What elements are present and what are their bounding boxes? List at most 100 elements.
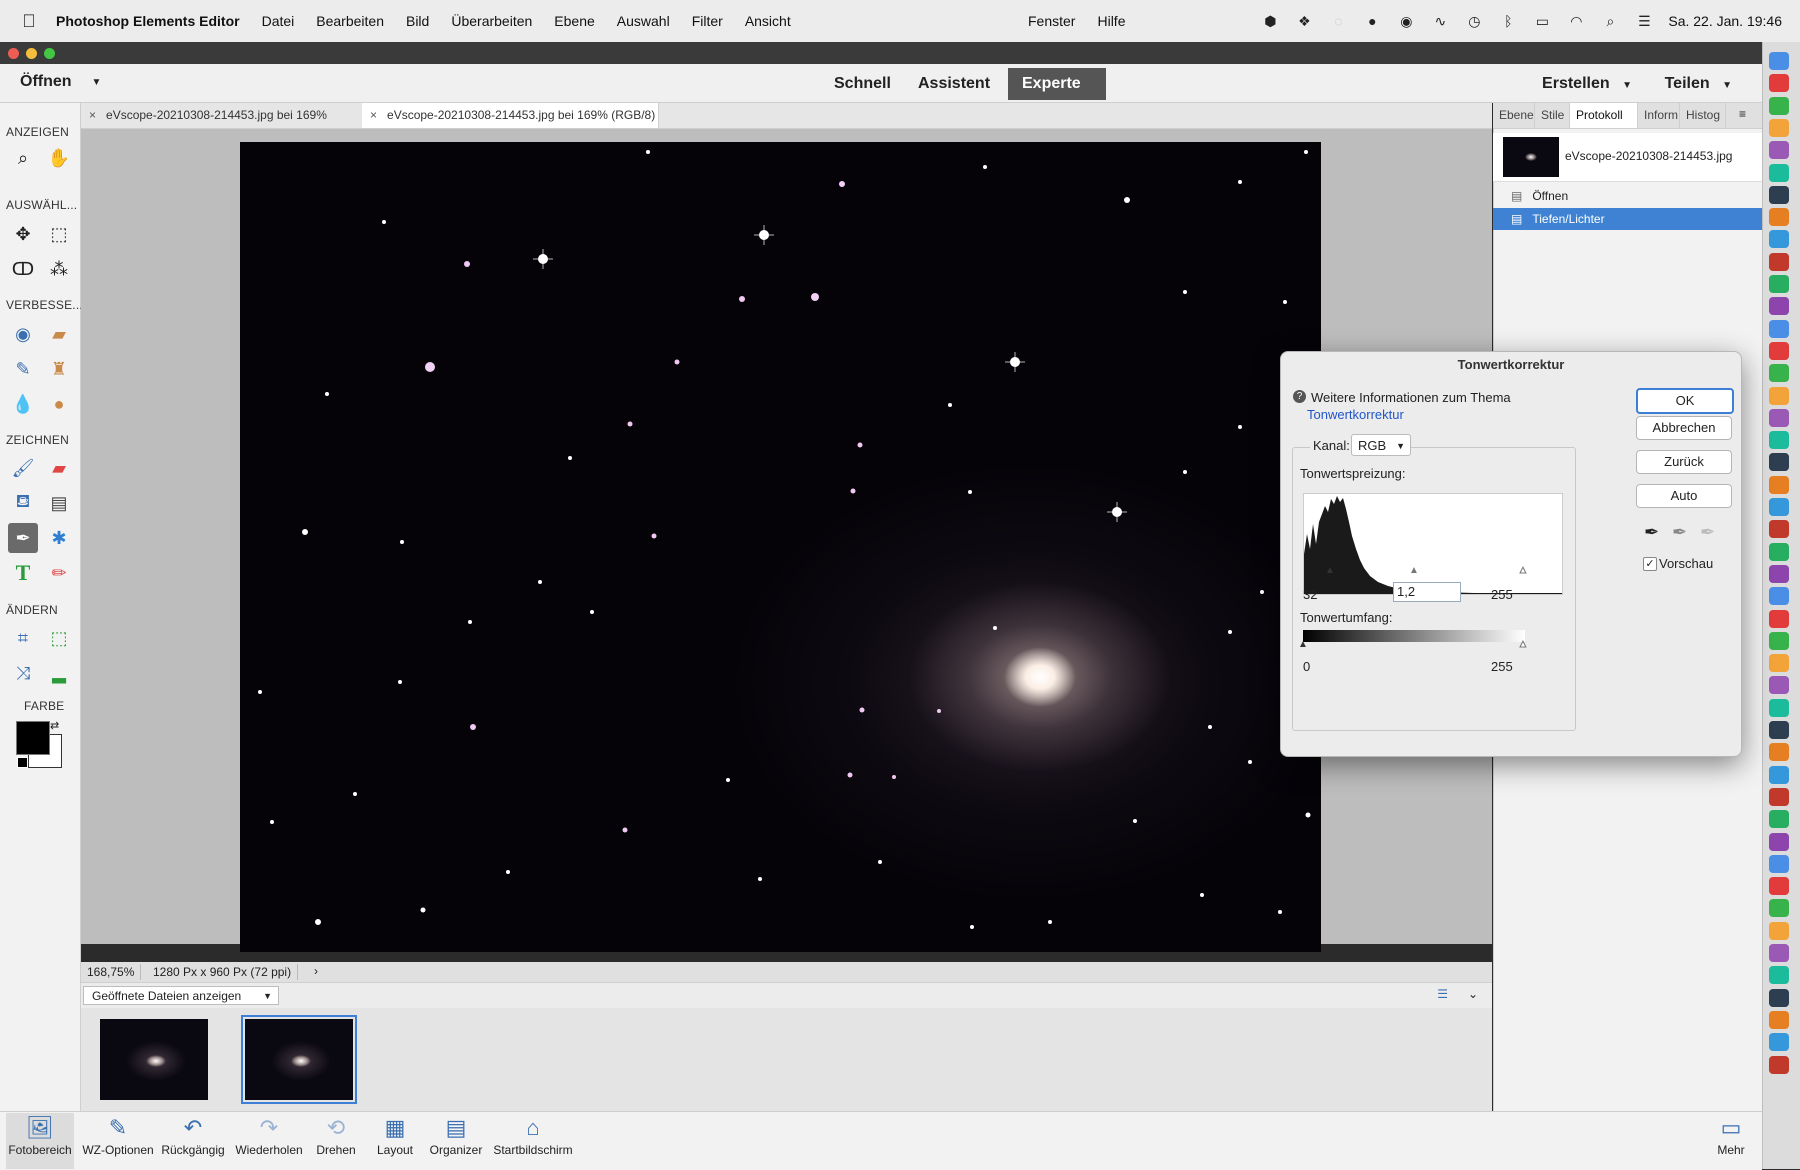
dock-app-icon[interactable] <box>1769 988 1789 1007</box>
minimize-window-icon[interactable] <box>26 48 37 59</box>
dropbox-icon[interactable]: ❖ <box>1294 11 1314 31</box>
dock-app-icon[interactable] <box>1769 676 1789 695</box>
photo-bin-select[interactable]: Geöffnete Dateien anzeigen ▼ <box>83 986 279 1005</box>
hand-tool-icon[interactable]: ✋ <box>44 143 74 173</box>
chevron-right-icon[interactable]: › <box>314 964 318 978</box>
dock-app-icon[interactable] <box>1769 609 1789 628</box>
menu-datei[interactable]: Datei <box>262 13 295 29</box>
dock-app-icon[interactable] <box>1769 319 1789 338</box>
doc-tab-2[interactable]: × eVscope-20210308-214453.jpg bei 169% (R… <box>362 103 659 147</box>
battery-icon[interactable]: ▭ <box>1532 11 1552 31</box>
photo-bin-thumbnail[interactable] <box>100 1019 208 1100</box>
sponge-tool-icon[interactable]: ● <box>44 389 74 419</box>
dock-app-icon[interactable] <box>1769 1010 1789 1029</box>
straighten-tool-icon[interactable]: ▂ <box>44 658 74 688</box>
zoom-level[interactable]: 168,75% <box>81 964 142 980</box>
dock-app-icon[interactable] <box>1769 297 1789 316</box>
close-window-icon[interactable] <box>8 48 19 59</box>
open-button[interactable]: Öffnen ▼ <box>20 73 101 91</box>
dock-app-icon[interactable] <box>1769 854 1789 873</box>
dock-app-icon[interactable] <box>1769 252 1789 271</box>
spotlight-search-icon[interactable]: ⌕ <box>1600 11 1620 31</box>
dock-app-icon[interactable] <box>1769 141 1789 160</box>
dock-app-icon[interactable] <box>1769 498 1789 516</box>
wifi-icon[interactable]: ◠ <box>1566 11 1586 31</box>
dock-app-icon[interactable] <box>1769 1055 1789 1074</box>
redo-button[interactable]: ↷ Wiederholen <box>231 1113 307 1157</box>
mode-experte[interactable]: Experte <box>1008 68 1106 100</box>
history-snapshot[interactable]: eVscope-20210308-214453.jpg <box>1493 133 1762 182</box>
mode-assistent[interactable]: Assistent <box>902 68 1006 100</box>
dock-app-icon[interactable] <box>1769 453 1789 472</box>
menu-bearbeiten[interactable]: Bearbeiten <box>316 13 384 29</box>
circle-status-icon[interactable]: ◌ <box>1328 11 1348 31</box>
input-white-slider-handle[interactable]: ▲ <box>1518 565 1529 577</box>
output-black-slider-handle[interactable]: ▲ <box>1298 639 1308 650</box>
menu-bild[interactable]: Bild <box>406 13 429 29</box>
input-black-value[interactable]: 32 <box>1303 587 1317 602</box>
shape-tool-icon[interactable]: ✱ <box>44 523 74 553</box>
dock-app-icon[interactable] <box>1769 208 1789 227</box>
zoom-window-icon[interactable] <box>44 48 55 59</box>
undo-button[interactable]: ↶ Rückgängig <box>158 1113 228 1157</box>
dock-app-icon[interactable] <box>1769 899 1789 918</box>
ok-button[interactable]: OK <box>1636 388 1734 414</box>
default-colors-icon[interactable] <box>17 757 28 768</box>
history-item-shadows-highlights[interactable]: ▤ Tiefen/Lichter <box>1493 208 1762 230</box>
panel-tab-styles[interactable]: Stile <box>1535 103 1570 128</box>
eraser-tool-icon[interactable]: ▰ <box>44 453 74 483</box>
cloud-status-icon[interactable]: ● <box>1362 11 1382 31</box>
output-white-slider-handle[interactable]: ▲ <box>1518 639 1529 651</box>
content-aware-move-tool-icon[interactable]: ⤨ <box>8 658 38 688</box>
dock-app-icon[interactable] <box>1769 475 1789 494</box>
white-point-eyedropper-icon[interactable]: ✒ <box>1700 522 1715 543</box>
magic-wand-tool-icon[interactable]: ⁂ <box>44 254 74 284</box>
panel-tab-histogram[interactable]: Histog <box>1680 103 1726 128</box>
bin-options-icon[interactable]: ☰ <box>1437 987 1448 1001</box>
dock-app-icon[interactable] <box>1769 698 1789 717</box>
dock-app-icon[interactable] <box>1769 275 1789 293</box>
menu-ansicht[interactable]: Ansicht <box>745 13 791 29</box>
photo-bin-thumbnail-selected[interactable] <box>241 1015 357 1104</box>
create-menu[interactable]: Erstellen ▼ <box>1542 75 1632 93</box>
panel-tab-info[interactable]: Inform <box>1638 103 1680 128</box>
output-white-value[interactable]: 255 <box>1491 659 1513 674</box>
brush-tool-icon[interactable]: 🖌 <box>8 453 38 483</box>
dock-app-icon[interactable] <box>1769 743 1789 762</box>
input-gamma-slider-handle[interactable]: ▲ <box>1409 565 1419 576</box>
panel-menu-icon[interactable]: ≡ <box>1739 107 1746 121</box>
tool-options-button[interactable]: ✎ WZ-Optionen <box>78 1113 158 1157</box>
gradient-tool-icon[interactable]: ▤ <box>44 488 74 518</box>
galaxy-image-canvas[interactable] <box>240 142 1321 952</box>
dock-app-icon[interactable] <box>1769 408 1789 427</box>
menu-filter[interactable]: Filter <box>692 13 723 29</box>
dock-app-icon[interactable] <box>1769 118 1789 137</box>
apple-icon[interactable]:  <box>18 10 40 32</box>
reset-button[interactable]: Zurück <box>1636 450 1732 474</box>
mode-schnell[interactable]: Schnell <box>818 68 907 100</box>
crop-tool-icon[interactable]: ⌗ <box>8 623 38 653</box>
dock-app-icon[interactable] <box>1769 1033 1789 1052</box>
menu-auswahl[interactable]: Auswahl <box>617 13 670 29</box>
dock-app-icon[interactable] <box>1769 520 1789 539</box>
dock-app-icon[interactable] <box>1769 877 1789 896</box>
dock-app-icon[interactable] <box>1769 587 1789 606</box>
layout-button[interactable]: ▦ Layout <box>370 1113 420 1157</box>
input-black-slider-handle[interactable]: ▲ <box>1325 565 1335 576</box>
dock-app-icon[interactable] <box>1769 74 1789 93</box>
zoom-tool-icon[interactable]: ⌕ <box>8 143 38 173</box>
dock-app-icon[interactable] <box>1769 364 1789 383</box>
red-eye-tool-icon[interactable]: ◉ <box>8 319 38 349</box>
menu-hilfe[interactable]: Hilfe <box>1097 13 1125 29</box>
type-tool-icon[interactable]: T <box>8 558 38 588</box>
move-tool-icon[interactable]: ✥ <box>8 219 38 249</box>
time-machine-icon[interactable]: ◷ <box>1464 11 1484 31</box>
dock-app-icon[interactable] <box>1769 787 1789 806</box>
dock-app-icon[interactable] <box>1769 966 1789 985</box>
dock-app-icon[interactable] <box>1769 431 1789 450</box>
panel-tab-layers[interactable]: Ebene <box>1493 103 1535 128</box>
dock-app-icon[interactable] <box>1769 631 1789 650</box>
menu-fenster[interactable]: Fenster <box>1028 13 1075 29</box>
clone-stamp-tool-icon[interactable]: ♜ <box>44 354 74 384</box>
lasso-tool-icon[interactable]: ↀ <box>8 254 38 284</box>
